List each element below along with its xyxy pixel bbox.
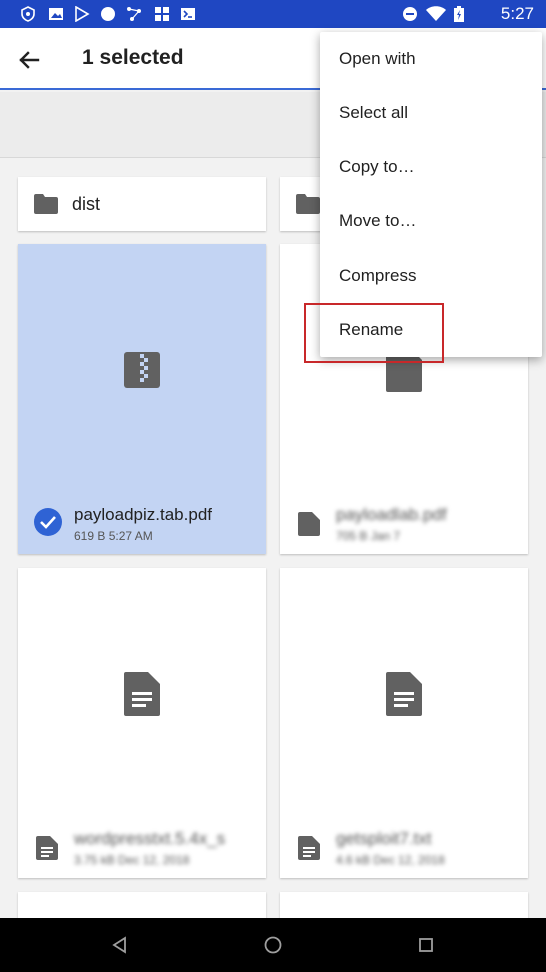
document-icon	[124, 672, 160, 716]
battery-icon	[454, 6, 464, 22]
document-icon	[36, 836, 58, 860]
document-icon	[298, 512, 320, 536]
file-name: wordpresstxt.5.4x_s	[74, 829, 226, 848]
store-icon	[155, 7, 169, 21]
menu-item-copy-to[interactable]: Copy to…	[320, 140, 542, 194]
file-name: payloadlab.pdf	[336, 505, 447, 524]
file-name: getsploit7.txt	[336, 829, 432, 848]
page-title: 1 selected	[82, 46, 184, 69]
navigation-bar	[0, 918, 546, 972]
file-name: payloadpiz.tab.pdf	[74, 505, 212, 524]
document-icon	[386, 672, 422, 716]
folder-card-dist[interactable]: dist	[18, 177, 266, 231]
file-meta: 619 B 5:27 AM	[74, 529, 153, 543]
menu-item-open-with[interactable]: Open with	[320, 32, 542, 86]
terminal-icon	[181, 8, 195, 20]
file-meta: 3.75 kB Dec 12, 2018	[74, 853, 190, 867]
menu-item-compress[interactable]: Compress	[320, 249, 542, 303]
zip-icon	[124, 352, 160, 388]
arrow-back-icon[interactable]	[14, 45, 44, 75]
document-icon	[298, 836, 320, 860]
status-bar: 5:27	[0, 0, 546, 28]
wifi-icon	[426, 6, 446, 21]
file-tile-selected[interactable]: payloadpiz.tab.pdf 619 B 5:27 AM	[18, 244, 266, 554]
file-meta: 4.6 kB Dec 12, 2018	[336, 853, 445, 867]
folder-name: dist	[72, 194, 101, 214]
check-circle-icon[interactable]	[34, 508, 62, 536]
do-not-disturb-icon	[403, 7, 417, 21]
connections-icon	[127, 7, 141, 21]
highlight-box	[304, 303, 444, 363]
file-meta: 705 B Jan 7	[336, 529, 401, 543]
image-icon	[49, 8, 63, 20]
folder-icon	[34, 194, 58, 214]
circle-app-icon	[101, 7, 115, 21]
security-icon	[21, 6, 35, 22]
file-tile[interactable]: wordpresstxt.5.4x_s 3.75 kB Dec 12, 2018	[18, 568, 266, 878]
play-store-icon	[75, 6, 90, 22]
menu-item-move-to[interactable]: Move to…	[320, 194, 542, 248]
back-triangle-icon[interactable]	[110, 935, 130, 955]
status-time: 5:27	[500, 4, 534, 23]
folder-icon	[296, 194, 320, 214]
recents-square-icon[interactable]	[416, 935, 436, 955]
menu-item-select-all[interactable]: Select all	[320, 86, 542, 140]
home-circle-icon[interactable]	[263, 935, 283, 955]
file-tile[interactable]: getsploit7.txt 4.6 kB Dec 12, 2018	[280, 568, 528, 878]
